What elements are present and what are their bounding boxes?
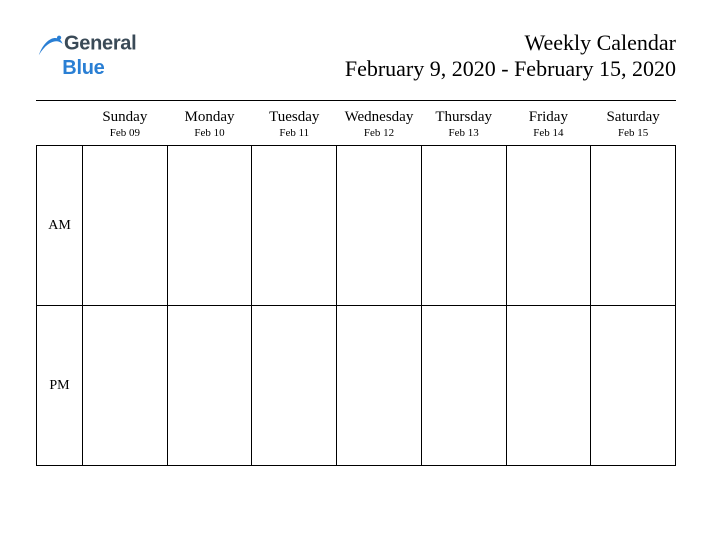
slot-pm-fri bbox=[506, 306, 591, 466]
slot-pm-tue bbox=[252, 306, 337, 466]
slot-am-mon bbox=[167, 146, 252, 306]
date-subhead: Feb 10 bbox=[167, 127, 252, 146]
day-header: Wednesday bbox=[337, 107, 422, 127]
slot-pm-sat bbox=[591, 306, 676, 466]
date-subhead: Feb 11 bbox=[252, 127, 337, 146]
divider bbox=[36, 100, 676, 101]
day-header: Monday bbox=[167, 107, 252, 127]
slot-pm-sun bbox=[83, 306, 168, 466]
date-subhead-row: Feb 09 Feb 10 Feb 11 Feb 12 Feb 13 Feb 1… bbox=[37, 127, 676, 146]
day-header: Thursday bbox=[421, 107, 506, 127]
row-label-pm: PM bbox=[37, 306, 83, 466]
day-header: Sunday bbox=[83, 107, 168, 127]
date-subhead: Feb 15 bbox=[591, 127, 676, 146]
calendar-table: Sunday Monday Tuesday Wednesday Thursday… bbox=[36, 107, 676, 466]
am-row: AM bbox=[37, 146, 676, 306]
logo: General Blue bbox=[36, 30, 136, 79]
header: General Blue Weekly Calendar February 9,… bbox=[36, 30, 676, 82]
row-label-am: AM bbox=[37, 146, 83, 306]
date-subhead: Feb 13 bbox=[421, 127, 506, 146]
date-subhead: Feb 12 bbox=[337, 127, 422, 146]
slot-am-sat bbox=[591, 146, 676, 306]
logo-text-blue: Blue bbox=[62, 57, 104, 79]
slot-am-fri bbox=[506, 146, 591, 306]
day-header: Saturday bbox=[591, 107, 676, 127]
logo-text-general: General bbox=[64, 32, 136, 54]
date-range: February 9, 2020 - February 15, 2020 bbox=[345, 56, 676, 82]
page-title: Weekly Calendar bbox=[345, 30, 676, 56]
corner-cell bbox=[37, 107, 83, 127]
day-header: Friday bbox=[506, 107, 591, 127]
slot-am-sun bbox=[83, 146, 168, 306]
corner-cell bbox=[37, 127, 83, 146]
day-header: Tuesday bbox=[252, 107, 337, 127]
pm-row: PM bbox=[37, 306, 676, 466]
slot-pm-mon bbox=[167, 306, 252, 466]
day-header-row: Sunday Monday Tuesday Wednesday Thursday… bbox=[37, 107, 676, 127]
swoosh-icon bbox=[36, 30, 64, 58]
slot-am-wed bbox=[337, 146, 422, 306]
slot-pm-thu bbox=[421, 306, 506, 466]
slot-am-thu bbox=[421, 146, 506, 306]
date-subhead: Feb 14 bbox=[506, 127, 591, 146]
title-block: Weekly Calendar February 9, 2020 - Febru… bbox=[345, 30, 676, 82]
slot-am-tue bbox=[252, 146, 337, 306]
date-subhead: Feb 09 bbox=[83, 127, 168, 146]
slot-pm-wed bbox=[337, 306, 422, 466]
